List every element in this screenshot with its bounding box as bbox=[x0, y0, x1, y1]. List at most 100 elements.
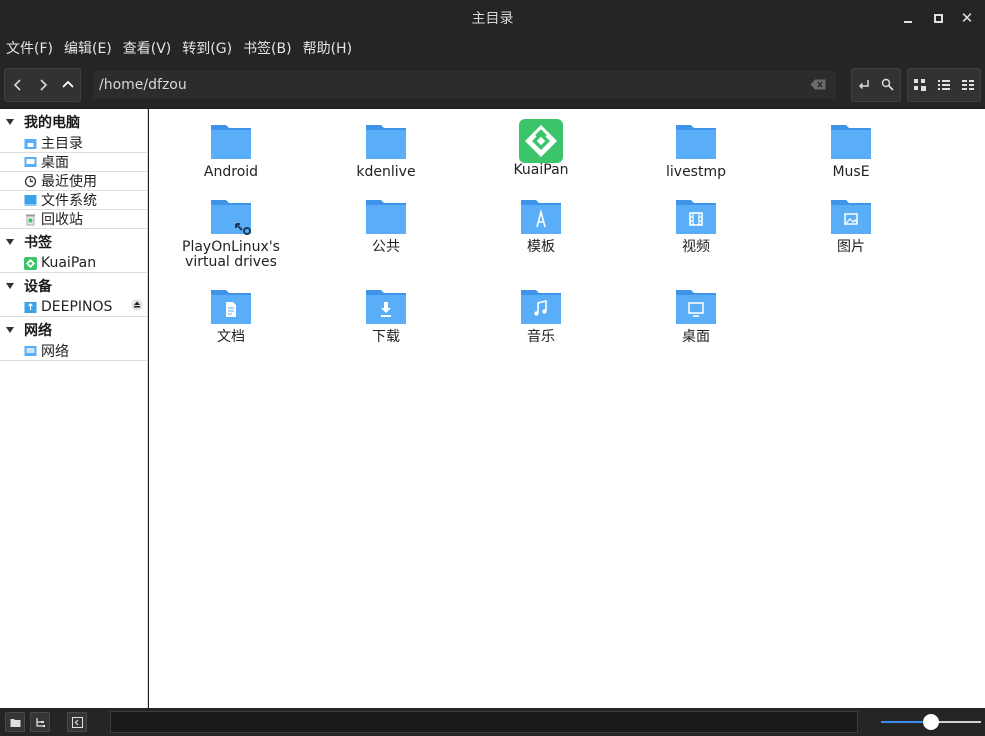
folder-documents-icon bbox=[211, 290, 251, 324]
menu-go[interactable]: 转到(G) bbox=[182, 36, 232, 63]
folder-icon bbox=[676, 125, 716, 159]
sidebar-item-trash[interactable]: 回收站 bbox=[0, 210, 147, 229]
folder-music-icon bbox=[521, 290, 561, 324]
file-label: 桌面 bbox=[682, 329, 710, 345]
sidebar-item-desktop[interactable]: 桌面 bbox=[0, 153, 147, 172]
menu-view[interactable]: 查看(V) bbox=[123, 36, 172, 63]
sidebar-item-recent[interactable]: 最近使用 bbox=[0, 172, 147, 191]
compact-view-button[interactable] bbox=[956, 69, 980, 101]
file-item-pictures[interactable]: 图片 bbox=[781, 196, 921, 255]
maximize-icon bbox=[933, 13, 943, 23]
minimize-button[interactable] bbox=[899, 9, 917, 27]
status-message-field bbox=[110, 711, 858, 733]
section-label: 网络 bbox=[24, 322, 52, 339]
collapse-triangle-icon[interactable] bbox=[6, 326, 14, 333]
folder-icon bbox=[831, 125, 871, 159]
chevron-right-icon bbox=[39, 79, 47, 91]
zoom-slider-handle[interactable] bbox=[923, 714, 939, 730]
sidebar-item-label: 回收站 bbox=[41, 212, 83, 228]
toggle-sidebar-button[interactable] bbox=[67, 712, 87, 732]
return-arrow-icon bbox=[859, 80, 869, 89]
close-icon: ✕ bbox=[960, 9, 974, 27]
collapse-triangle-icon[interactable] bbox=[6, 238, 14, 245]
eject-icon[interactable] bbox=[131, 299, 143, 315]
collapse-triangle-icon[interactable] bbox=[6, 118, 14, 125]
file-item-kuaipan[interactable]: KuaiPan bbox=[471, 119, 611, 178]
section-my-computer[interactable]: 我的电脑 bbox=[0, 109, 147, 134]
location-bar bbox=[93, 71, 836, 99]
file-item-kdenlive[interactable]: kdenlive bbox=[316, 121, 456, 180]
tree-pane-button[interactable] bbox=[30, 712, 50, 732]
chevron-up-icon bbox=[61, 80, 74, 88]
file-item-downloads[interactable]: 下载 bbox=[316, 286, 456, 345]
file-item-muse[interactable]: MusE bbox=[781, 121, 921, 180]
list-view-icon bbox=[938, 80, 950, 90]
menu-help[interactable]: 帮助(H) bbox=[303, 36, 352, 63]
file-item-android[interactable]: Android bbox=[161, 121, 301, 180]
compact-view-icon bbox=[962, 80, 974, 90]
usb-drive-icon bbox=[24, 301, 37, 314]
file-item-public[interactable]: 公共 bbox=[316, 196, 456, 255]
sidebar-item-network[interactable]: 网络 bbox=[0, 342, 147, 361]
file-item-desktop[interactable]: 桌面 bbox=[626, 286, 766, 345]
section-label: 我的电脑 bbox=[24, 114, 80, 131]
folder-videos-icon bbox=[676, 200, 716, 234]
trash-icon bbox=[24, 213, 37, 226]
folder-pane-icon bbox=[10, 718, 20, 727]
sidebar-item-home[interactable]: 主目录 bbox=[0, 134, 147, 153]
sidebar-toggle-icon bbox=[71, 716, 83, 728]
section-network[interactable]: 网络 bbox=[0, 317, 147, 342]
collapse-triangle-icon[interactable] bbox=[6, 282, 14, 289]
file-label: 下载 bbox=[372, 329, 400, 345]
close-button[interactable]: ✕ bbox=[958, 9, 976, 27]
menu-bookmarks[interactable]: 书签(B) bbox=[243, 36, 292, 63]
file-item-playonlinux[interactable]: PlayOnLinux's virtual drives bbox=[161, 196, 301, 270]
clear-icon[interactable] bbox=[810, 79, 826, 90]
desktop-icon bbox=[24, 156, 37, 169]
file-label: Android bbox=[203, 164, 259, 180]
places-pane-button[interactable] bbox=[5, 712, 25, 732]
drive-icon bbox=[24, 194, 37, 207]
file-label: 图片 bbox=[837, 239, 865, 255]
tree-icon bbox=[35, 717, 45, 727]
list-view-button[interactable] bbox=[932, 69, 956, 101]
maximize-button[interactable] bbox=[929, 9, 947, 27]
file-view: Android kdenlive KuaiPan livestmp MusE P… bbox=[149, 109, 985, 708]
file-item-documents[interactable]: 文档 bbox=[161, 286, 301, 345]
menu-bar: 文件(F) 编辑(E) 查看(V) 转到(G) 书签(B) 帮助(H) bbox=[0, 36, 985, 63]
navigation-group bbox=[4, 68, 81, 102]
sidebar-item-label: 网络 bbox=[41, 344, 69, 360]
sidebar: 我的电脑 主目录 桌面 最近使用 文件系统 回收站 书签 KuaiPan 设备 … bbox=[0, 109, 148, 708]
icon-view-icon bbox=[914, 79, 926, 91]
folder-icon bbox=[366, 200, 406, 234]
location-input[interactable] bbox=[93, 71, 836, 99]
back-button[interactable] bbox=[5, 69, 30, 101]
sidebar-item-filesystem[interactable]: 文件系统 bbox=[0, 191, 147, 210]
status-bar bbox=[0, 708, 985, 736]
sidebar-item-kuaipan[interactable]: KuaiPan bbox=[0, 254, 147, 273]
file-item-videos[interactable]: 视频 bbox=[626, 196, 766, 255]
minimize-icon bbox=[904, 21, 912, 23]
title-bar: 主目录 ✕ bbox=[0, 0, 985, 36]
menu-edit[interactable]: 编辑(E) bbox=[64, 36, 112, 63]
section-label: 设备 bbox=[24, 278, 52, 295]
kuaipan-app-icon bbox=[519, 119, 563, 163]
up-button[interactable] bbox=[55, 69, 80, 101]
sidebar-item-deepinos[interactable]: DEEPINOS bbox=[0, 298, 147, 317]
file-item-livestmp[interactable]: livestmp bbox=[626, 121, 766, 180]
file-label: 文档 bbox=[217, 329, 245, 345]
file-label: 音乐 bbox=[527, 329, 555, 345]
file-item-music[interactable]: 音乐 bbox=[471, 286, 611, 345]
folder-icon bbox=[366, 125, 406, 159]
toggle-location-button[interactable] bbox=[852, 69, 876, 101]
forward-button[interactable] bbox=[30, 69, 55, 101]
search-button[interactable] bbox=[876, 69, 900, 101]
home-folder-icon bbox=[24, 137, 37, 150]
icon-view-button[interactable] bbox=[908, 69, 932, 101]
menu-file[interactable]: 文件(F) bbox=[6, 36, 53, 63]
section-devices[interactable]: 设备 bbox=[0, 273, 147, 298]
file-item-templates[interactable]: 模板 bbox=[471, 196, 611, 255]
clock-icon bbox=[24, 175, 37, 188]
file-label: livestmp bbox=[666, 164, 726, 180]
section-bookmarks[interactable]: 书签 bbox=[0, 229, 147, 254]
